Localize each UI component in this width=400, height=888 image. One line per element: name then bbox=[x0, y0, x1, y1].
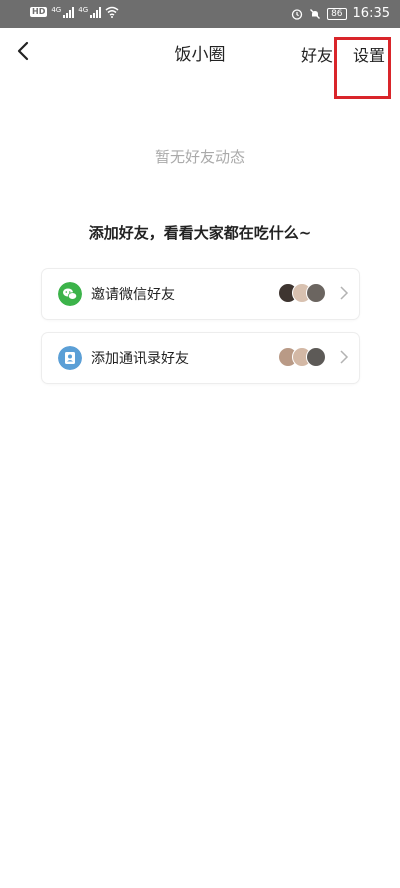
avatar bbox=[306, 283, 326, 303]
highlight-box bbox=[334, 37, 391, 99]
status-bar: HD 4G 4G 86 16:35 bbox=[0, 0, 400, 28]
contacts-icon bbox=[58, 346, 82, 370]
status-left: HD 4G 4G bbox=[30, 6, 119, 18]
network-type-2: 4G bbox=[78, 6, 89, 14]
wifi-icon bbox=[105, 6, 119, 18]
status-time: 16:35 bbox=[352, 6, 390, 21]
invite-wechat-label: 邀请微信好友 bbox=[91, 287, 175, 303]
mute-icon bbox=[310, 8, 321, 19]
signal-icon-2 bbox=[90, 6, 102, 18]
friend-avatars bbox=[278, 283, 330, 305]
friends-button[interactable]: 好友 bbox=[301, 42, 333, 66]
signal-icon bbox=[63, 6, 75, 18]
chevron-right-icon bbox=[340, 286, 349, 300]
add-friends-prompt: 添加好友，看看大家都在吃什么~ bbox=[88, 224, 312, 242]
hd-indicator: HD bbox=[30, 7, 48, 17]
network-type-1: 4G bbox=[51, 6, 62, 14]
status-right: 86 16:35 bbox=[291, 6, 390, 21]
wechat-icon bbox=[58, 282, 82, 306]
friend-avatars bbox=[278, 347, 330, 369]
alarm-icon bbox=[291, 8, 303, 20]
add-contacts-friends-card[interactable]: 添加通讯录好友 bbox=[42, 333, 359, 383]
empty-feed-text: 暂无好友动态 bbox=[154, 148, 245, 166]
invite-wechat-friends-card[interactable]: 邀请微信好友 bbox=[42, 269, 359, 319]
add-contacts-label: 添加通讯录好友 bbox=[91, 351, 189, 367]
chevron-right-icon bbox=[340, 350, 349, 364]
avatar bbox=[306, 347, 326, 367]
battery-indicator: 86 bbox=[327, 7, 347, 20]
